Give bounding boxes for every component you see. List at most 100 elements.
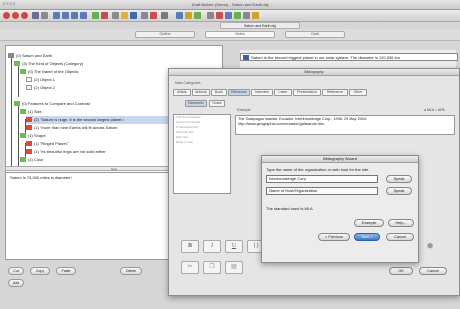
main-categories-label: Main Categories bbox=[175, 81, 201, 85]
format-icon[interactable] bbox=[225, 12, 232, 19]
bibliography-icon[interactable] bbox=[176, 12, 183, 19]
speak-icon[interactable] bbox=[194, 12, 201, 19]
tab-outline[interactable]: Outline bbox=[135, 31, 195, 38]
organization-input[interactable]: Interknowledge Corp. bbox=[266, 175, 378, 183]
subtab-electronic[interactable]: Electronic bbox=[185, 100, 207, 107]
italic-button[interactable]: I bbox=[203, 240, 221, 253]
tree-node[interactable]: (1) Size bbox=[20, 108, 42, 116]
main-toolbar bbox=[0, 10, 460, 22]
note-icon bbox=[26, 149, 32, 155]
add-button[interactable]: Add bbox=[8, 279, 24, 287]
ok-button[interactable]: OK bbox=[389, 267, 413, 275]
tree-node[interactable]: (3) The Kind of Objects (Category) bbox=[14, 60, 83, 68]
tab-draft[interactable]: Draft bbox=[285, 31, 345, 38]
paste-icon[interactable]: ▤ bbox=[225, 261, 243, 274]
help-icon[interactable] bbox=[252, 12, 259, 19]
arrow-right-icon[interactable] bbox=[62, 12, 69, 19]
tree-node[interactable]: (0) Features to Compare and Contrast bbox=[14, 100, 90, 108]
cut-icon[interactable] bbox=[112, 12, 119, 19]
cancel-button[interactable]: Cancel bbox=[386, 233, 414, 241]
search-icon[interactable] bbox=[243, 12, 250, 19]
tab-artwork[interactable]: Artwork bbox=[192, 89, 210, 96]
tree-connector bbox=[11, 55, 12, 167]
stop-icon[interactable] bbox=[12, 12, 19, 19]
statement-bar[interactable]: Saturn is the second biggest planet in o… bbox=[240, 53, 458, 61]
tree-node[interactable]: (1) "more than nine Earths will fit acro… bbox=[26, 124, 117, 132]
arrow-down-icon[interactable] bbox=[80, 12, 87, 19]
speak-field-button[interactable]: Speak bbox=[386, 187, 412, 195]
close-icon[interactable] bbox=[3, 12, 10, 19]
tab-electronic[interactable]: Electronic bbox=[228, 89, 250, 96]
topic-icon bbox=[26, 85, 32, 91]
tree-connector bbox=[18, 103, 19, 171]
underline-button[interactable]: U bbox=[225, 240, 243, 253]
delete-button[interactable]: Delete bbox=[120, 267, 142, 275]
tab-book[interactable]: Book bbox=[211, 89, 227, 96]
window-titlebar: E S © E Draft Builder (Demo) - Saturn an… bbox=[0, 0, 460, 10]
subtab-notes[interactable]: Notes bbox=[209, 100, 225, 107]
copy-button[interactable]: Copy bbox=[30, 267, 50, 275]
tree-node[interactable]: (0) Saturn and Earth bbox=[8, 52, 52, 60]
radio-apa-label: APA bbox=[438, 108, 445, 112]
spell-icon[interactable] bbox=[185, 12, 192, 19]
tree-node[interactable]: (1) Color bbox=[20, 156, 44, 164]
arrow-left-icon[interactable] bbox=[53, 12, 60, 19]
text-style-icon[interactable] bbox=[130, 12, 137, 19]
merge-icon[interactable] bbox=[141, 12, 148, 19]
radio-mla-label: MLA bbox=[427, 108, 435, 112]
add-topic-icon[interactable] bbox=[92, 12, 99, 19]
check-icon[interactable] bbox=[161, 12, 168, 19]
tab-notes[interactable]: Notes bbox=[205, 31, 275, 38]
save-icon[interactable] bbox=[32, 12, 39, 19]
tab-other[interactable]: Other bbox=[349, 89, 367, 96]
previous-button[interactable]: < Previous bbox=[318, 233, 350, 241]
tree-node-label: (1) Shape bbox=[28, 133, 46, 138]
bibliography-title: Bibliography bbox=[169, 69, 459, 76]
stop-sign-icon[interactable]: ⬢ bbox=[427, 242, 433, 250]
tab-letter[interactable]: Letter bbox=[274, 89, 292, 96]
tree-node[interactable]: (1) Shape bbox=[20, 132, 46, 140]
bold-button[interactable]: B bbox=[181, 240, 199, 253]
electronic-type-list[interactable]: Full Text Database Online Periodicals Pr… bbox=[173, 114, 231, 194]
tree-node-label: (1) Color bbox=[28, 157, 44, 162]
arrow-up-icon[interactable] bbox=[71, 12, 78, 19]
help-button[interactable]: Help... bbox=[388, 219, 414, 227]
wizard-prompt: Type the name of the organization or web… bbox=[266, 167, 370, 172]
tab-presentation[interactable]: Presentation bbox=[293, 89, 321, 96]
tree-node[interactable]: (1) "Its beautiful rings are not solid e… bbox=[26, 148, 106, 156]
tab-article[interactable]: Article bbox=[173, 89, 191, 96]
topic-icon bbox=[20, 109, 26, 115]
list-item[interactable]: Book on Site bbox=[174, 140, 230, 145]
cut-button[interactable]: Cut bbox=[8, 267, 24, 275]
copy-icon[interactable]: ❐ bbox=[203, 261, 221, 274]
speak-button[interactable]: Speak bbox=[386, 175, 412, 183]
add-note-icon[interactable] bbox=[101, 12, 108, 19]
next-button[interactable]: Next > bbox=[354, 233, 380, 241]
style-radio-group[interactable]: ● MLA ○ APA bbox=[424, 108, 445, 112]
tree-node-label: (3) The Kind of Objects (Category) bbox=[22, 61, 84, 66]
statement-icon bbox=[243, 55, 249, 60]
note-icon bbox=[26, 125, 32, 131]
tree-node[interactable]: (0) The Name of the Objects bbox=[20, 68, 78, 76]
paste-button[interactable]: Paste bbox=[56, 267, 76, 275]
outline-icon[interactable] bbox=[234, 12, 241, 19]
tree-node[interactable]: (1) "Ringed Planet." bbox=[26, 140, 69, 148]
note-icon bbox=[26, 141, 32, 147]
tab-reference[interactable]: Reference bbox=[322, 89, 348, 96]
color-icon[interactable] bbox=[216, 12, 223, 19]
cancel-dialog-button[interactable]: Cancel bbox=[419, 267, 447, 275]
tab-interview[interactable]: Interview bbox=[251, 89, 273, 96]
radio-mla-icon: ● bbox=[424, 108, 427, 112]
highlight-icon[interactable] bbox=[121, 12, 128, 19]
print-icon[interactable] bbox=[41, 12, 48, 19]
wizard-title: Bibliography Wizard bbox=[262, 156, 418, 163]
tree-node[interactable]: (2) Object 1 bbox=[26, 76, 55, 84]
tree-node[interactable]: (2) Object 2 bbox=[26, 84, 55, 92]
scissors-icon[interactable]: ✂ bbox=[181, 261, 199, 274]
tree-node-label: (2) Object 1 bbox=[34, 77, 55, 82]
split-icon[interactable] bbox=[150, 12, 157, 19]
font-icon[interactable] bbox=[207, 12, 214, 19]
record-icon[interactable] bbox=[21, 12, 28, 19]
tree-node-label: (2) "Saturn is huge. It is the second la… bbox=[34, 117, 124, 122]
example-button[interactable]: Example bbox=[354, 219, 384, 227]
